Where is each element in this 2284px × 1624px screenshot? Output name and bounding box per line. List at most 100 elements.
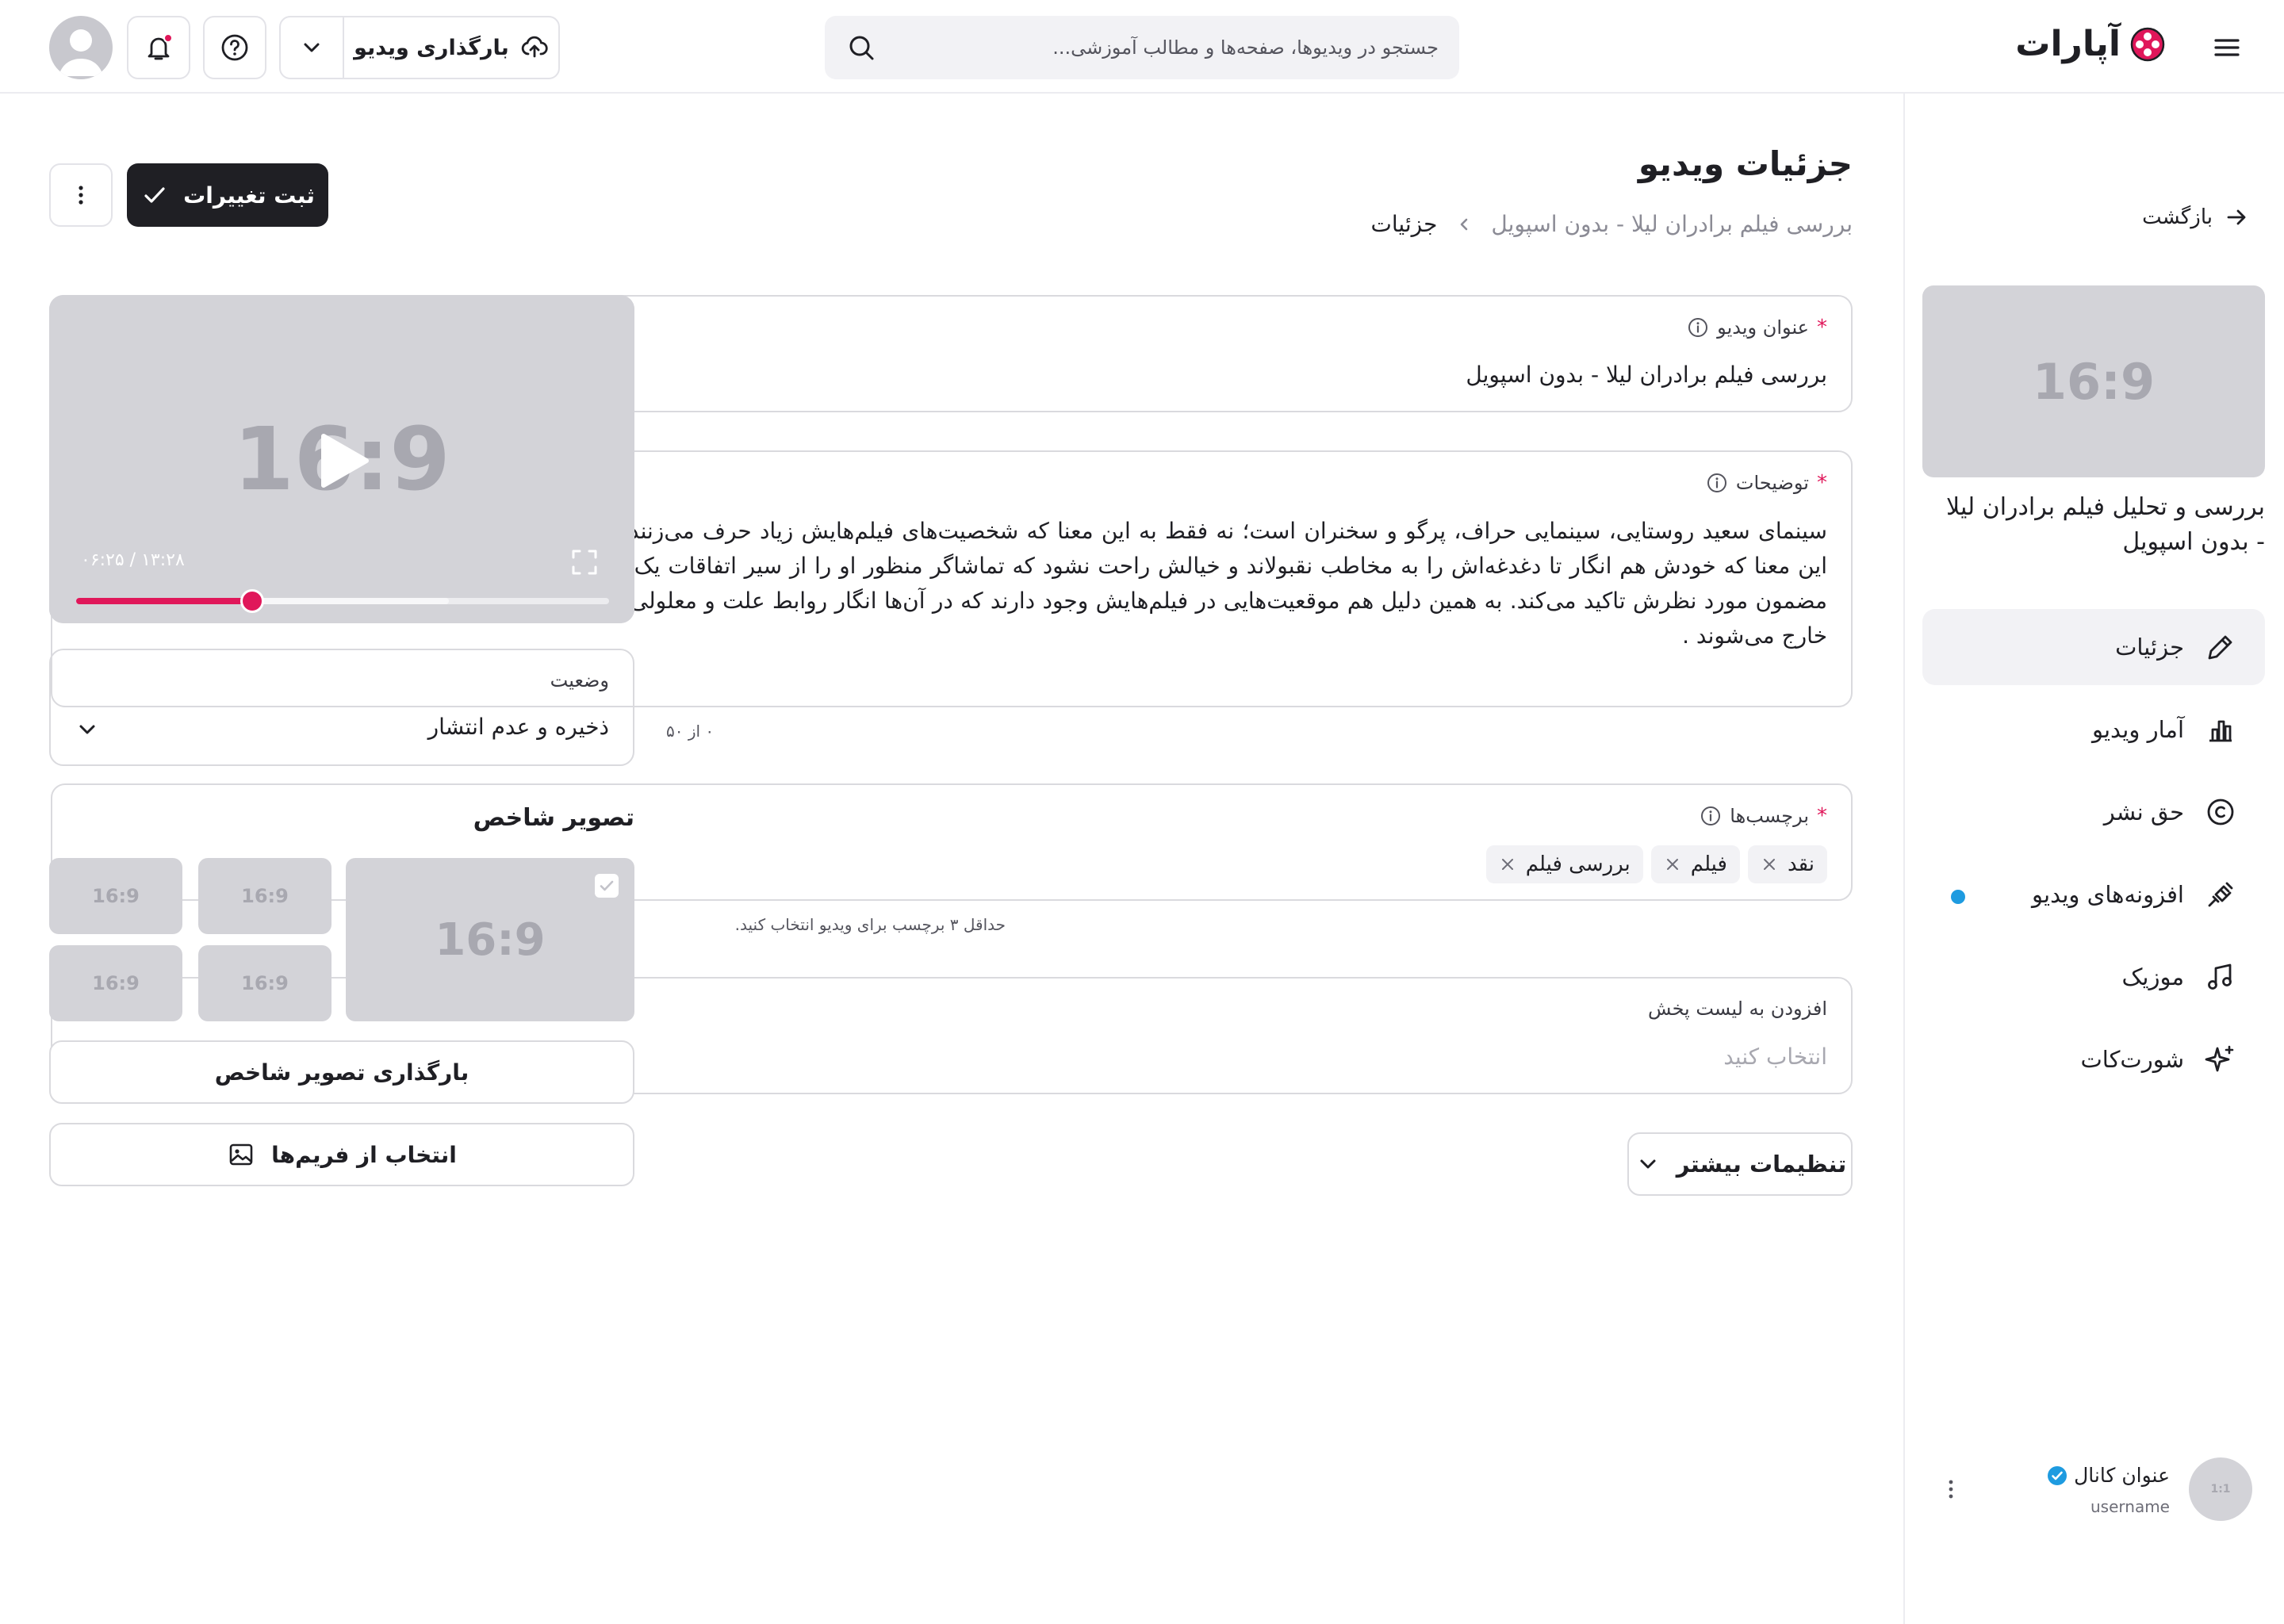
thumb-ratio: 16:9 [435, 914, 546, 966]
kebab-menu-icon[interactable] [1935, 1473, 1967, 1505]
kebab-menu-icon [67, 181, 95, 209]
save-changes-label: ثبت تغییرات [183, 182, 315, 209]
fullscreen-icon[interactable] [569, 547, 600, 577]
channel-avatar: 1:1 [2189, 1457, 2252, 1521]
cover-thumb[interactable]: 16:9 [49, 858, 182, 934]
cover-thumb[interactable]: 16:9 [198, 945, 331, 1021]
close-icon[interactable] [1761, 856, 1778, 873]
help-icon [220, 33, 250, 63]
cover-thumb[interactable]: 16:9 [198, 858, 331, 934]
tags-helper-text: حداقل ۳ برچسب برای ویدیو انتخاب کنید. [734, 915, 1006, 934]
arrow-right-icon [2224, 205, 2249, 230]
sidebar-video-title: بررسی و تحلیل فیلم برادران لیلا - بدون ا… [1946, 493, 2265, 556]
upload-video-label: بارگذاری ویدیو [354, 35, 509, 60]
logo-text: آپارات [2015, 24, 2121, 64]
sidebar-item-label: افزونه‌های ویدیو [2032, 881, 2184, 908]
video-player[interactable]: 16:9 ۱۳:۲۸ / ۰۶:۲۵ [49, 295, 634, 623]
music-icon [2203, 959, 2238, 994]
field-label-text: افزودن به لیست پخش [1647, 998, 1827, 1020]
channel-card[interactable]: 1:1 عنوان کانال username [1935, 1457, 2252, 1521]
copyright-icon [2203, 795, 2238, 829]
tag-chip[interactable]: فیلم [1650, 845, 1740, 883]
hamburger-menu-icon[interactable] [2211, 32, 2243, 63]
sidebar: بازگشت 16:9 بررسی و تحلیل فیلم برادران ل… [1903, 94, 2284, 1624]
sparkle-icon [2203, 1042, 2238, 1077]
sidebar-item-shortcut[interactable]: شورت‌کات [1922, 1021, 2265, 1097]
channel-username: username [2090, 1497, 2170, 1516]
sidebar-item-copyright[interactable]: حق نشر [1922, 774, 2265, 850]
upload-cover-button[interactable]: بارگذاری تصویر شاخص [49, 1040, 634, 1104]
new-badge-dot [1951, 890, 1965, 904]
pencil-icon [2203, 630, 2238, 665]
chevron-down-icon[interactable] [73, 715, 102, 744]
sidebar-item-plugins[interactable]: افزونه‌های ویدیو [1922, 856, 2265, 933]
playlist-select[interactable]: انتخاب کنید [1723, 1044, 1827, 1070]
status-select[interactable]: وضعیت ذخیره و عدم انتشار [49, 649, 634, 766]
more-options-button[interactable] [49, 163, 113, 227]
chevron-down-icon [299, 35, 324, 60]
select-from-frames-button[interactable]: انتخاب از فریم‌ها [49, 1123, 634, 1186]
aparat-logo-icon [2129, 25, 2167, 63]
tag-chips: نقد فیلم بررسی فیلم [1485, 845, 1827, 883]
page-title: جزئیات ویدیو [1638, 144, 1853, 183]
checkbox-checked-icon[interactable] [595, 874, 619, 898]
search-icon[interactable] [845, 32, 877, 63]
tag-chip[interactable]: بررسی فیلم [1485, 845, 1643, 883]
sidebar-item-music[interactable]: موزیک [1922, 939, 2265, 1015]
upload-video-button[interactable]: بارگذاری ویدیو [344, 17, 558, 78]
info-icon[interactable] [1687, 316, 1709, 339]
image-icon [227, 1140, 255, 1169]
back-label: بازگشت [2142, 205, 2213, 229]
sidebar-item-label: جزئیات [2115, 634, 2184, 661]
breadcrumb: بررسی فیلم برادران لیلا - بدون اسپویل جز… [1371, 211, 1853, 237]
cover-thumb-selected[interactable]: 16:9 [346, 858, 634, 1021]
player-progress-bar[interactable] [76, 589, 609, 613]
video-title-input[interactable]: بررسی فیلم برادران لیلا - بدون اسپویل [1466, 362, 1827, 388]
chevron-left-icon [1454, 215, 1473, 234]
search-input[interactable] [890, 36, 1439, 59]
back-link[interactable]: بازگشت [2142, 205, 2249, 230]
upload-button-group: بارگذاری ویدیو [279, 16, 560, 79]
description-counter: ۰ از ۵۰ [666, 722, 715, 741]
sidebar-item-label: آمار ویدیو [2092, 716, 2184, 743]
sidebar-item-details[interactable]: جزئیات [1922, 609, 2265, 685]
cover-thumbnails: 16:9 16:9 16:9 16:9 16:9 [49, 858, 634, 1021]
player-progress-fill [76, 598, 252, 604]
sidebar-item-label: موزیک [2121, 963, 2184, 990]
user-avatar[interactable] [49, 16, 113, 79]
more-settings-label: تنظیمات بیشتر [1676, 1151, 1847, 1178]
player-time: ۱۳:۲۸ / ۰۶:۲۵ [81, 550, 185, 570]
play-icon[interactable] [319, 433, 370, 488]
sidebar-item-stats[interactable]: آمار ویدیو [1922, 691, 2265, 768]
tag-chip-label: نقد [1787, 852, 1815, 876]
aparat-logo[interactable]: آپارات [2015, 24, 2167, 64]
required-asterisk: * [1817, 804, 1827, 828]
verified-icon [2047, 1465, 2067, 1486]
playlist-label: افزودن به لیست پخش [1648, 998, 1827, 1020]
close-icon[interactable] [1499, 856, 1516, 873]
help-button[interactable] [203, 16, 266, 79]
channel-name: عنوان کانال [2047, 1464, 2170, 1487]
plugin-icon [2203, 877, 2238, 912]
save-changes-button[interactable]: ثبت تغییرات [127, 163, 328, 227]
chevron-down-icon [1634, 1150, 1662, 1178]
description-label: * توضیحات [1706, 471, 1827, 495]
tags-label: * برچسب‌ها [1700, 804, 1827, 828]
breadcrumb-parent[interactable]: بررسی فیلم برادران لیلا - بدون اسپویل [1491, 211, 1853, 237]
upload-options-button[interactable] [281, 17, 344, 78]
video-title-label: * عنوان ویدیو [1687, 316, 1827, 339]
field-label-text: برچسب‌ها [1730, 805, 1809, 827]
cover-thumb[interactable]: 16:9 [49, 945, 182, 1021]
sidebar-item-label: شورت‌کات [2080, 1046, 2184, 1073]
sidebar-nav: جزئیات آمار ویدیو حق نشر افزونه‌های ویدی… [1922, 609, 2265, 1104]
info-icon[interactable] [1706, 472, 1728, 494]
info-icon[interactable] [1700, 805, 1722, 827]
more-settings-button[interactable]: تنظیمات بیشتر [1627, 1132, 1853, 1196]
status-value: ذخیره و عدم انتشار [427, 714, 609, 740]
status-label: وضعیت [550, 669, 609, 691]
player-progress-handle[interactable] [240, 589, 264, 613]
close-icon[interactable] [1664, 856, 1681, 873]
notifications-button[interactable] [127, 16, 190, 79]
tag-chip[interactable]: نقد [1747, 845, 1827, 883]
sidebar-item-label: حق نشر [2103, 799, 2184, 825]
